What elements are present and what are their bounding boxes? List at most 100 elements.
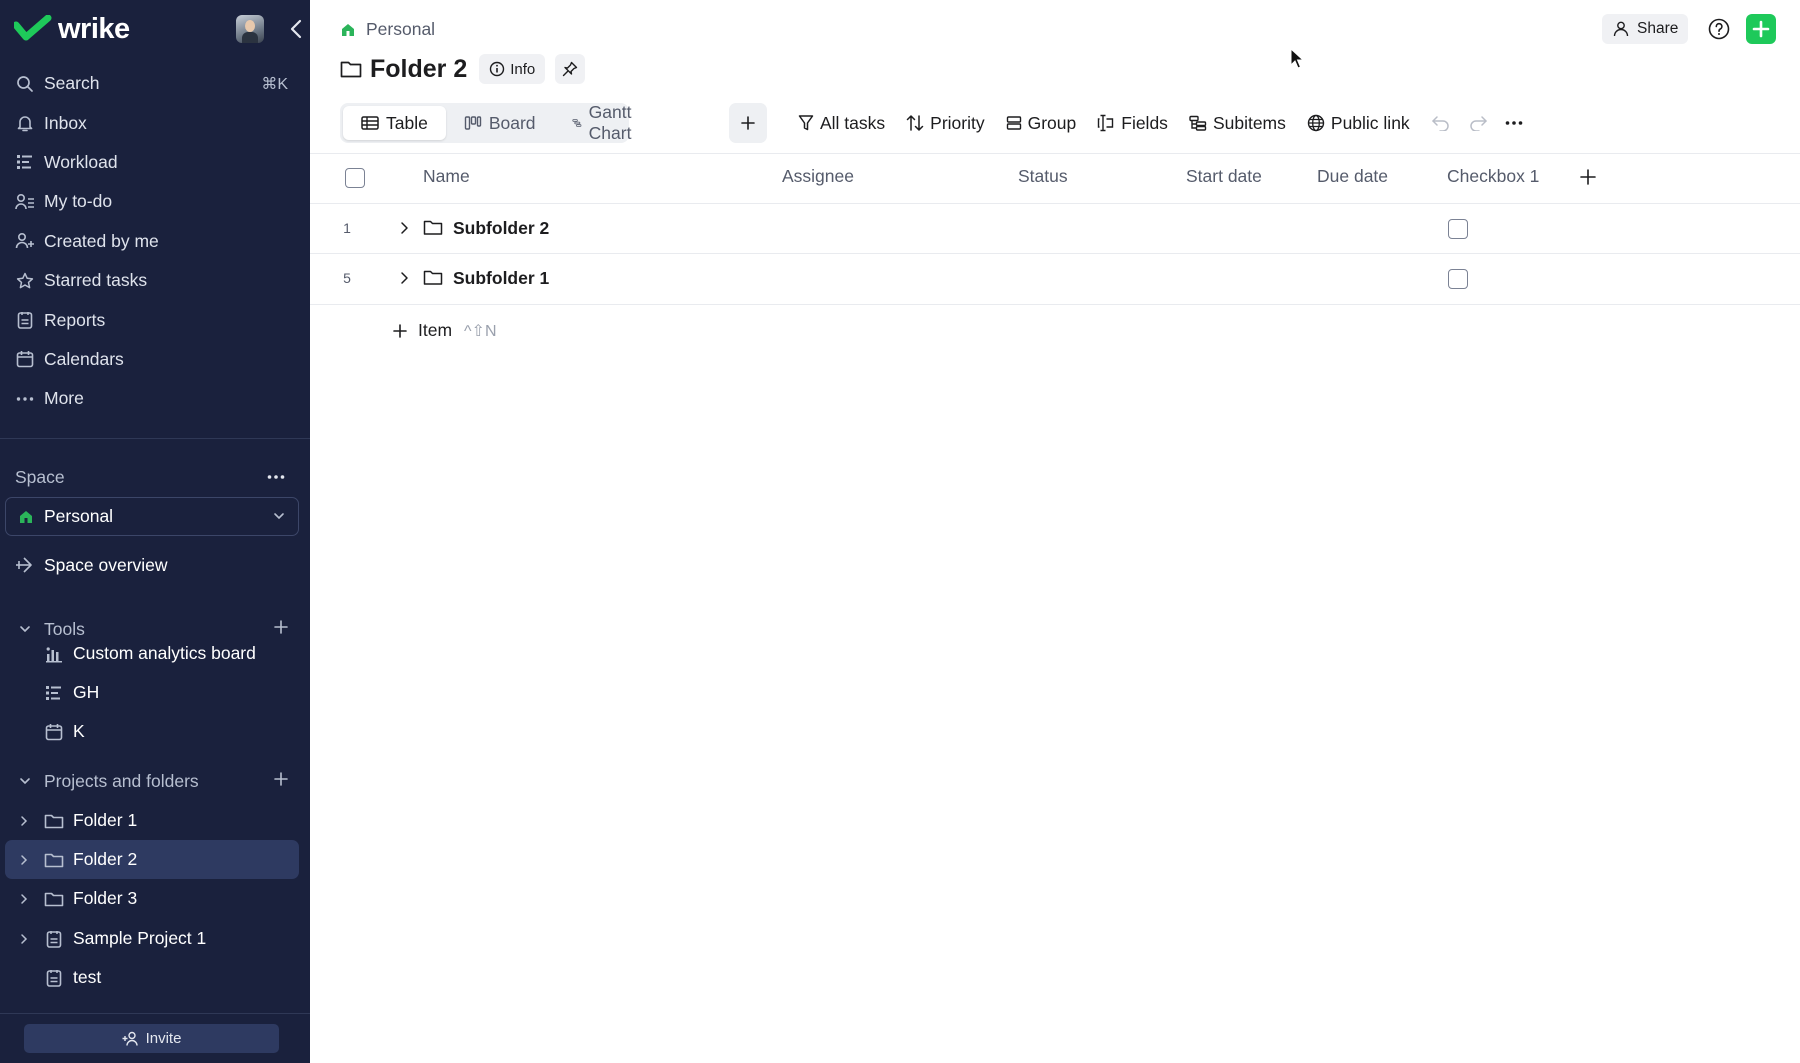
table-row[interactable]: 1 Subfolder 2 <box>310 204 1800 254</box>
breadcrumb-label: Personal <box>366 19 436 39</box>
pin-button[interactable] <box>555 54 586 84</box>
create-new-button[interactable] <box>1746 14 1776 44</box>
sidebar-item-search[interactable]: Search ⌘K <box>0 64 310 103</box>
sidebar-item-more[interactable]: More <box>0 379 310 418</box>
breadcrumb[interactable]: Personal <box>340 19 435 40</box>
sidebar-item-calendars[interactable]: Calendars <box>0 340 310 379</box>
column-header-status[interactable]: Status <box>1018 166 1068 187</box>
row-checkbox[interactable] <box>1448 269 1468 289</box>
tool-item-k[interactable]: K <box>5 712 299 751</box>
redo-icon <box>1470 116 1487 131</box>
sidebar-nav: Search ⌘K Inbox Workload My to-do Create… <box>0 64 310 419</box>
wrike-logo[interactable]: wrike <box>14 13 130 46</box>
tab-label: Board <box>488 112 536 133</box>
tree-item-folder-3[interactable]: Folder 3 <box>5 879 299 918</box>
column-header-name[interactable]: Name <box>423 166 470 187</box>
table-row[interactable]: 5 Subfolder 1 <box>310 254 1800 304</box>
tool-item-label: Custom analytics board <box>73 643 256 663</box>
column-header-start-date[interactable]: Start date <box>1186 166 1262 187</box>
analytics-icon <box>43 645 65 663</box>
projects-label: Projects and folders <box>44 770 199 791</box>
projects-section-header[interactable]: Projects and folders <box>14 766 299 796</box>
calendar-icon <box>43 723 65 741</box>
space-label: Space <box>15 467 65 487</box>
sidebar-item-label: Reports <box>44 309 106 330</box>
tree-item-label: Sample Project 1 <box>73 928 207 948</box>
tool-item-label: GH <box>73 682 100 702</box>
add-column-button[interactable] <box>1579 168 1597 191</box>
plus-icon <box>274 619 288 634</box>
select-all-checkbox[interactable] <box>345 168 365 188</box>
title-row: Folder 2 Info <box>340 52 586 86</box>
column-header-due-date[interactable]: Due date <box>1317 166 1388 187</box>
chevron-down-icon <box>14 774 36 788</box>
public-link-button[interactable]: Public link <box>1307 113 1410 134</box>
subitems-label: Subitems <box>1212 112 1286 133</box>
tree-item-test[interactable]: test <box>5 958 299 997</box>
sidebar-item-reports[interactable]: Reports <box>0 300 310 339</box>
space-selector[interactable]: Personal <box>5 497 299 536</box>
undo-icon <box>1431 116 1449 131</box>
fields-button[interactable]: Fields <box>1097 113 1168 134</box>
help-icon <box>1708 18 1730 40</box>
page-title[interactable]: Folder 2 <box>370 55 467 84</box>
space-overview-label: Space overview <box>44 554 168 575</box>
chevron-right-icon[interactable] <box>17 815 31 827</box>
invite-label: Invite <box>145 1030 182 1047</box>
chevron-right-icon[interactable] <box>17 893 31 905</box>
fields-icon <box>1098 114 1114 132</box>
sidebar-item-label: Workload <box>44 151 118 172</box>
sidebar-item-workload[interactable]: Workload <box>0 143 310 182</box>
share-button[interactable]: Share <box>1602 14 1689 44</box>
sidebar-item-created-by-me[interactable]: Created by me <box>0 222 310 261</box>
project-icon <box>43 969 65 987</box>
chevron-right-icon[interactable] <box>17 933 31 945</box>
tool-item-custom-analytics-board[interactable]: Custom analytics board <box>5 634 299 673</box>
undo-button[interactable] <box>1431 115 1451 131</box>
add-project-button[interactable] <box>273 771 289 792</box>
row-name[interactable]: Subfolder 1 <box>453 268 549 289</box>
column-header-checkbox-1[interactable]: Checkbox 1 <box>1447 166 1539 187</box>
help-button[interactable] <box>1707 17 1731 41</box>
sidebar-item-my-todo[interactable]: My to-do <box>0 182 310 221</box>
avatar[interactable] <box>236 15 264 43</box>
add-view-button[interactable] <box>729 103 767 143</box>
logo-text: wrike <box>58 12 130 45</box>
chevron-right-icon[interactable] <box>398 270 410 291</box>
subitems-icon <box>1189 115 1207 131</box>
redo-button[interactable] <box>1468 115 1488 131</box>
more-options-button[interactable] <box>1505 120 1523 126</box>
tree-item-folder-2[interactable]: Folder 2 <box>5 840 299 879</box>
subitems-button[interactable]: Subitems <box>1189 113 1286 134</box>
collapse-sidebar-button[interactable] <box>284 17 308 41</box>
sidebar-item-starred-tasks[interactable]: Starred tasks <box>0 261 310 300</box>
filter-icon <box>798 115 814 131</box>
sort-priority-button[interactable]: Priority <box>906 113 985 134</box>
globe-icon <box>1307 114 1325 132</box>
sidebar-item-inbox[interactable]: Inbox <box>0 103 310 142</box>
tool-item-gh[interactable]: GH <box>5 673 299 712</box>
gantt-icon <box>571 119 581 127</box>
info-button[interactable]: Info <box>479 54 546 84</box>
column-header-assignee[interactable]: Assignee <box>782 166 854 187</box>
group-button[interactable]: Group <box>1006 113 1076 134</box>
invite-button[interactable]: Invite <box>24 1024 279 1053</box>
chevron-right-icon[interactable] <box>17 854 31 866</box>
add-item-button[interactable]: Item ^⇧N <box>392 320 497 341</box>
row-divider <box>310 304 1800 305</box>
tab-board[interactable]: Board <box>446 106 554 140</box>
space-more-button[interactable] <box>264 467 288 487</box>
row-checkbox[interactable] <box>1448 219 1468 239</box>
row-name[interactable]: Subfolder 2 <box>453 218 549 239</box>
tree-item-folder-1[interactable]: Folder 1 <box>5 801 299 840</box>
space-overview-link[interactable]: Space overview <box>14 545 168 585</box>
tab-table[interactable]: Table <box>343 106 446 140</box>
tree-item-sample-project-1[interactable]: Sample Project 1 <box>5 919 299 958</box>
tab-gantt-chart[interactable]: Gantt Chart <box>554 102 658 143</box>
info-icon <box>490 61 505 77</box>
more-dots-icon <box>267 475 285 479</box>
table-icon <box>361 116 379 130</box>
tree-item-label: Folder 2 <box>73 849 138 869</box>
chevron-right-icon[interactable] <box>398 220 410 241</box>
filter-all-tasks-button[interactable]: All tasks <box>798 113 885 134</box>
